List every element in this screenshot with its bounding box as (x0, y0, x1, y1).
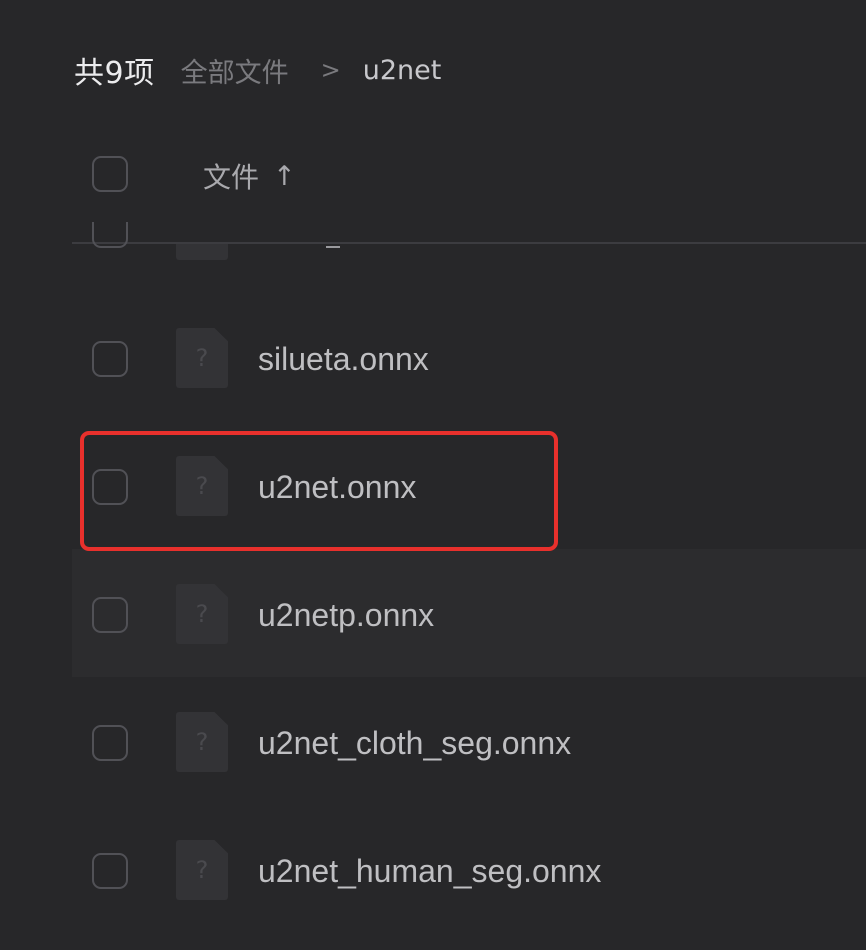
file-row[interactable]: ? u2net_cloth_seg.onnx (72, 677, 866, 805)
unknown-file-icon: ? (176, 456, 228, 516)
file-name[interactable]: u2net_human_seg.onnx (258, 846, 601, 896)
file-row[interactable]: ? u2net.onnx (72, 372, 866, 516)
file-row[interactable]: ? u2netp.onnx (72, 549, 866, 677)
breadcrumb-root-link[interactable]: 全部文件 (181, 51, 289, 90)
unknown-file-icon: ? (176, 840, 228, 900)
file-browser: 共9项 全部文件 > u2net 文件 ↑ ? silueta.onnx ? u… (0, 0, 866, 950)
column-header-name: 文件 (203, 161, 260, 194)
file-name[interactable]: u2net.onnx (258, 462, 416, 512)
file-row[interactable]: ? silueta.onnx (72, 244, 866, 388)
row-checkbox[interactable] (92, 725, 128, 761)
topbar: 共9项 全部文件 > u2net (74, 48, 441, 92)
row-checkbox[interactable] (92, 597, 128, 633)
file-name[interactable]: u2net_cloth_seg.onnx (258, 718, 571, 768)
breadcrumb-separator: > (320, 56, 341, 84)
select-all-checkbox[interactable] (92, 156, 128, 192)
sort-ascending-icon: ↑ (273, 160, 296, 192)
file-row[interactable]: ? u2net_human_seg.onnx (72, 805, 866, 933)
unknown-file-icon: ? (176, 712, 228, 772)
row-checkbox[interactable] (92, 853, 128, 889)
breadcrumb-current: u2net (362, 54, 442, 86)
unknown-file-icon: ? (176, 584, 228, 644)
file-name[interactable]: u2netp.onnx (258, 590, 434, 640)
file-list: ? silueta.onnx ? u2net.onnx ? u2netp.onn… (72, 244, 866, 950)
item-count: 共9项 (74, 56, 155, 91)
row-checkbox[interactable] (92, 469, 128, 505)
list-header: 文件 ↑ (72, 128, 866, 244)
sort-by-name-button[interactable]: 文件 ↑ (203, 156, 296, 196)
